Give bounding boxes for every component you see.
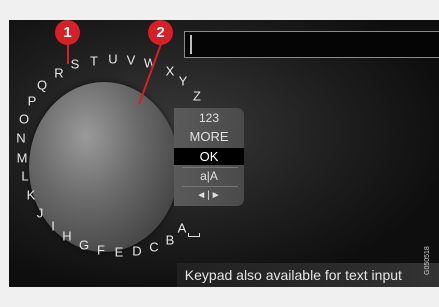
text-input-field[interactable]	[184, 31, 439, 58]
text-cursor	[190, 35, 192, 54]
wheel-letter-a[interactable]: A	[178, 222, 187, 235]
wheel-letter-f[interactable]: F	[97, 244, 105, 257]
wheel-letter-b[interactable]: B	[166, 234, 175, 247]
image-reference-code: G050518	[424, 246, 431, 275]
keypad-hint: Keypad also available for text input	[177, 263, 439, 287]
wheel-letter-g[interactable]: G	[79, 239, 89, 252]
wheel-letter-y[interactable]: Y	[179, 75, 188, 88]
wheel-letter-h[interactable]: H	[62, 230, 71, 243]
wheel-letter-i[interactable]: I	[51, 220, 55, 233]
wheel-letter-d[interactable]: D	[132, 245, 141, 258]
wheel-letter-k[interactable]: K	[27, 189, 36, 202]
menu-item-more[interactable]: MORE	[174, 128, 244, 145]
menu-item-cursor-arrows[interactable]: ◄|►	[174, 187, 244, 204]
space-key-icon[interactable]	[188, 233, 200, 237]
callout-2-badge: 2	[148, 20, 173, 45]
wheel-letter-j[interactable]: J	[37, 207, 44, 220]
wheel-letter-u[interactable]: U	[108, 53, 117, 66]
display-screen: A B C D E F G H I J K L M N O P Q R S T …	[9, 20, 439, 287]
wheel-letter-v[interactable]: V	[127, 54, 136, 67]
wheel-letter-o[interactable]: O	[19, 113, 29, 126]
wheel-letter-t[interactable]: T	[90, 55, 98, 68]
wheel-letter-p[interactable]: P	[28, 95, 37, 108]
callout-1-badge: 1	[55, 20, 80, 45]
wheel-letter-z[interactable]: Z	[193, 90, 201, 103]
wheel-letter-e[interactable]: E	[115, 246, 124, 259]
wheel-letter-r[interactable]: R	[54, 67, 63, 80]
callout-1-stem	[67, 44, 69, 64]
menu-item-case-toggle[interactable]: a|A	[174, 168, 244, 185]
menu-item-numbers[interactable]: 123	[174, 110, 244, 127]
wheel-letter-m[interactable]: M	[17, 152, 28, 165]
wheel-letter-n[interactable]: N	[16, 132, 25, 145]
wheel-letter-q[interactable]: Q	[37, 79, 47, 92]
wheel-options-menu: 123 MORE OK a|A ◄|►	[174, 108, 244, 206]
wheel-letter-s[interactable]: S	[71, 58, 80, 71]
wheel-letter-x[interactable]: X	[166, 65, 175, 78]
menu-item-ok[interactable]: OK	[174, 148, 244, 165]
wheel-letter-c[interactable]: C	[149, 241, 158, 254]
keypad-hint-text: Keypad also available for text input	[184, 267, 402, 283]
wheel-letter-l[interactable]: L	[21, 170, 28, 183]
